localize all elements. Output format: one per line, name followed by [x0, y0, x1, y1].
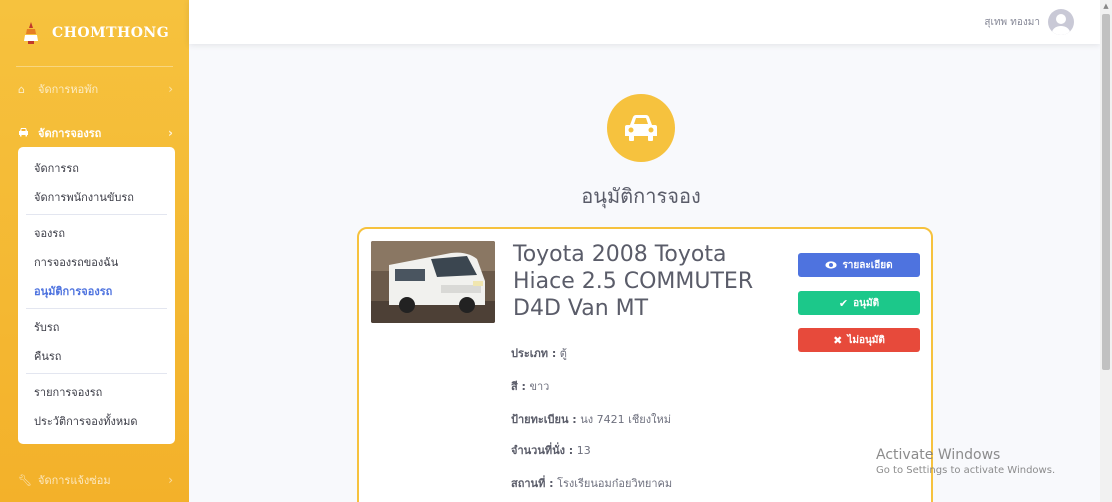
- sidebar-item-repair[interactable]: 🔧︎ จัดการแจ้งซ่อม ›: [0, 458, 189, 502]
- reject-button[interactable]: ✖ ไม่อนุมัติ: [798, 328, 920, 352]
- submenu-item-manage-cars[interactable]: จัดการรถ: [18, 153, 175, 182]
- sidebar-item-dormitory[interactable]: ⌂ จัดการหอพัก ›: [0, 67, 189, 111]
- user-name[interactable]: สุเทพ ทองมา: [984, 15, 1040, 30]
- car-booking-submenu: จัดการรถ จัดการพนักงานขับรถ จองรถ การจอง…: [18, 147, 175, 444]
- submenu-item-book-car[interactable]: จองรถ: [18, 218, 175, 247]
- details-button-label: รายละเอียด: [842, 259, 893, 271]
- submenu-divider: [26, 373, 167, 374]
- detail-value: 13: [576, 444, 591, 457]
- detail-value: ขาว: [529, 380, 550, 393]
- page-title: อนุมัติการจอง: [581, 184, 701, 208]
- house-icon: ⌂: [18, 82, 25, 96]
- car-icon: [625, 115, 657, 141]
- user-avatar-icon[interactable]: [1048, 9, 1074, 35]
- detail-label: จำนวนที่นั่ง :: [511, 444, 574, 457]
- detail-value: โรงเรียนอมก๋อยวิทยาคม: [557, 477, 673, 490]
- sidebar-item-label: จัดการหอพัก: [38, 83, 99, 96]
- approve-button[interactable]: ✔ อนุมัติ: [798, 291, 920, 315]
- sidebar-item-label: จัดการแจ้งซ่อม: [38, 474, 111, 487]
- chevron-right-icon: ›: [168, 126, 173, 140]
- detail-location: สถานที่ : โรงเรียนอมก๋อยวิทยาคม: [511, 474, 672, 492]
- brand-title: CHOMTHONG: [52, 25, 170, 41]
- scroll-thumb[interactable]: [1102, 14, 1110, 370]
- submenu-item-approve-bookings[interactable]: อนุมัติการจองรถ: [18, 276, 175, 305]
- detail-label: ป้ายทะเบียน :: [511, 413, 577, 426]
- detail-value: นง 7421 เชียงใหม่: [580, 413, 671, 426]
- close-icon: ✖: [833, 333, 843, 347]
- detail-label: ประเภท :: [511, 347, 557, 360]
- submenu-item-booking-history[interactable]: ประวัติการจองทั้งหมด: [18, 406, 175, 435]
- booking-card: Toyota 2008 Toyota Hiace 2.5 COMMUTER D4…: [357, 227, 933, 502]
- car-icon: [18, 127, 34, 140]
- detail-seats: จำนวนที่นั่ง : 13: [511, 441, 591, 459]
- page-header-icon: [607, 94, 675, 162]
- submenu-item-manage-drivers[interactable]: จัดการพนักงานขับรถ: [18, 182, 175, 211]
- detail-label: สถานที่ :: [511, 477, 554, 490]
- detail-license-plate: ป้ายทะเบียน : นง 7421 เชียงใหม่: [511, 410, 671, 428]
- car-name: Toyota 2008 Toyota Hiace 2.5 COMMUTER D4…: [513, 242, 754, 321]
- detail-color: สี : ขาว: [511, 377, 549, 395]
- car-photo: [371, 241, 495, 323]
- reject-button-label: ไม่อนุมัติ: [847, 334, 885, 346]
- wrench-icon: 🔧︎: [18, 473, 32, 487]
- details-button[interactable]: รายละเอียด: [798, 253, 920, 277]
- submenu-item-booking-list[interactable]: รายการจองรถ: [18, 377, 175, 406]
- watermark-subtitle: Go to Settings to activate Windows.: [876, 465, 1056, 476]
- activation-watermark: Activate Windows Go to Settings to activ…: [876, 447, 1055, 476]
- submenu-divider: [26, 308, 167, 309]
- detail-value: ตู้: [559, 347, 567, 360]
- page-scrollbar[interactable]: ▲: [1100, 0, 1112, 502]
- eye-icon: [825, 259, 838, 272]
- submenu-item-pickup-car[interactable]: รับรถ: [18, 312, 175, 341]
- detail-type: ประเภท : ตู้: [511, 344, 567, 362]
- check-icon: ✔: [838, 296, 849, 310]
- chevron-right-icon: ›: [168, 473, 173, 487]
- approve-button-label: อนุมัติ: [853, 297, 880, 309]
- submenu-item-return-car[interactable]: คืนรถ: [18, 341, 175, 370]
- submenu-item-my-bookings[interactable]: การจองรถของฉัน: [18, 247, 175, 276]
- detail-label: สี :: [511, 380, 526, 393]
- temple-logo-icon: [24, 22, 38, 44]
- watermark-title: Activate Windows: [876, 447, 1001, 463]
- chevron-right-icon: ›: [168, 82, 173, 96]
- sidebar-item-label: จัดการจองรถ: [38, 127, 102, 140]
- brand[interactable]: CHOMTHONG: [0, 0, 189, 66]
- submenu-divider: [26, 214, 167, 215]
- sidebar: CHOMTHONG ⌂ จัดการหอพัก › จัดการจองรถ › …: [0, 0, 189, 502]
- scroll-up-arrow-icon[interactable]: ▲: [1100, 0, 1112, 12]
- topbar: สุเทพ ทองมา: [189, 0, 1100, 44]
